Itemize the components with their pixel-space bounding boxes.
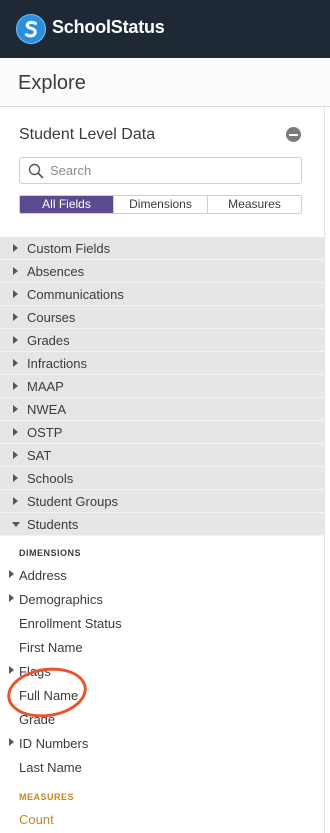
caret-right-icon (13, 313, 18, 321)
view-nwea[interactable]: NWEA (0, 398, 324, 421)
view-label: Students (27, 517, 79, 532)
field-full-name[interactable]: Full Name (0, 685, 324, 707)
field-label: Enrollment Status (19, 616, 122, 631)
field-group-demographics[interactable]: Demographics (0, 589, 324, 611)
field-label: Demographics (19, 592, 103, 607)
model-title: Student Level Data (19, 126, 156, 143)
measures-heading: MEASURES (19, 792, 75, 802)
field-first-name[interactable]: First Name (0, 637, 324, 659)
view-communications[interactable]: Communications (0, 283, 324, 306)
field-label: First Name (19, 640, 83, 655)
view-label: Courses (27, 310, 76, 325)
field-grade[interactable]: Grade (0, 709, 324, 731)
view-ostp[interactable]: OSTP (0, 421, 324, 444)
view-courses[interactable]: Courses (0, 306, 324, 329)
field-label: Address (19, 568, 67, 583)
view-absences[interactable]: Absences (0, 260, 324, 283)
caret-right-icon (13, 474, 18, 482)
field-group-id-numbers[interactable]: ID Numbers (0, 733, 324, 755)
field-label: Full Name (19, 688, 79, 703)
caret-right-icon (13, 359, 18, 367)
view-label: Communications (27, 287, 124, 302)
view-schools[interactable]: Schools (0, 467, 324, 490)
field-label: ID Numbers (19, 736, 89, 751)
field-label: Last Name (19, 760, 82, 775)
view-label: Grades (27, 333, 70, 348)
field-search[interactable] (19, 157, 302, 184)
caret-right-icon (13, 336, 18, 344)
measure-label: Count (19, 812, 54, 827)
field-group-address[interactable]: Address (0, 565, 324, 587)
view-sat[interactable]: SAT (0, 444, 324, 467)
panel-divider (324, 106, 325, 833)
tab-all-fields[interactable]: All Fields (20, 196, 113, 213)
page-title: Explore (18, 72, 86, 94)
caret-right-icon (9, 594, 14, 602)
caret-right-icon (13, 382, 18, 390)
tab-dimensions[interactable]: Dimensions (113, 196, 207, 213)
search-input[interactable] (50, 161, 290, 180)
caret-right-icon (13, 497, 18, 505)
field-enrollment-status[interactable]: Enrollment Status (0, 613, 324, 635)
field-label: Flags (19, 664, 51, 679)
caret-right-icon (13, 428, 18, 436)
view-label: Infractions (27, 356, 87, 371)
top-bar: SchoolStatus (0, 0, 330, 58)
field-group-flags[interactable]: Flags (0, 661, 324, 683)
view-student-groups[interactable]: Student Groups (0, 490, 324, 513)
field-label: Grade (19, 712, 56, 727)
field-filter-tabs: All Fields Dimensions Measures (19, 195, 302, 214)
app-name[interactable]: SchoolStatus (52, 17, 165, 38)
view-grades[interactable]: Grades (0, 329, 324, 352)
tab-measures[interactable]: Measures (207, 196, 301, 213)
caret-right-icon (9, 570, 14, 578)
view-maap[interactable]: MAAP (0, 375, 324, 398)
search-icon (28, 163, 44, 179)
caret-right-icon (13, 290, 18, 298)
view-students[interactable]: Students (0, 513, 324, 536)
caret-down-icon (12, 522, 20, 527)
view-label: Schools (27, 471, 74, 486)
minus-circle-icon[interactable] (286, 127, 301, 142)
caret-right-icon (13, 267, 18, 275)
view-label: OSTP (27, 425, 63, 440)
view-list: Custom Fields Absences Communications Co… (0, 237, 324, 536)
schoolstatus-logo-icon[interactable] (16, 14, 46, 44)
view-label: Absences (27, 264, 85, 279)
view-label: NWEA (27, 402, 66, 417)
view-label: Custom Fields (27, 241, 111, 256)
view-label: MAAP (27, 379, 64, 394)
caret-right-icon (9, 666, 14, 674)
caret-right-icon (13, 405, 18, 413)
view-infractions[interactable]: Infractions (0, 352, 324, 375)
caret-right-icon (9, 738, 14, 746)
caret-right-icon (13, 451, 18, 459)
field-last-name[interactable]: Last Name (0, 757, 324, 779)
view-label: SAT (27, 448, 52, 463)
caret-right-icon (13, 244, 18, 252)
dimensions-heading: DIMENSIONS (19, 548, 82, 558)
explore-header: Explore (0, 58, 330, 107)
view-label: Student Groups (27, 494, 119, 509)
measure-count[interactable]: Count (0, 809, 324, 831)
view-custom-fields[interactable]: Custom Fields (0, 237, 324, 260)
